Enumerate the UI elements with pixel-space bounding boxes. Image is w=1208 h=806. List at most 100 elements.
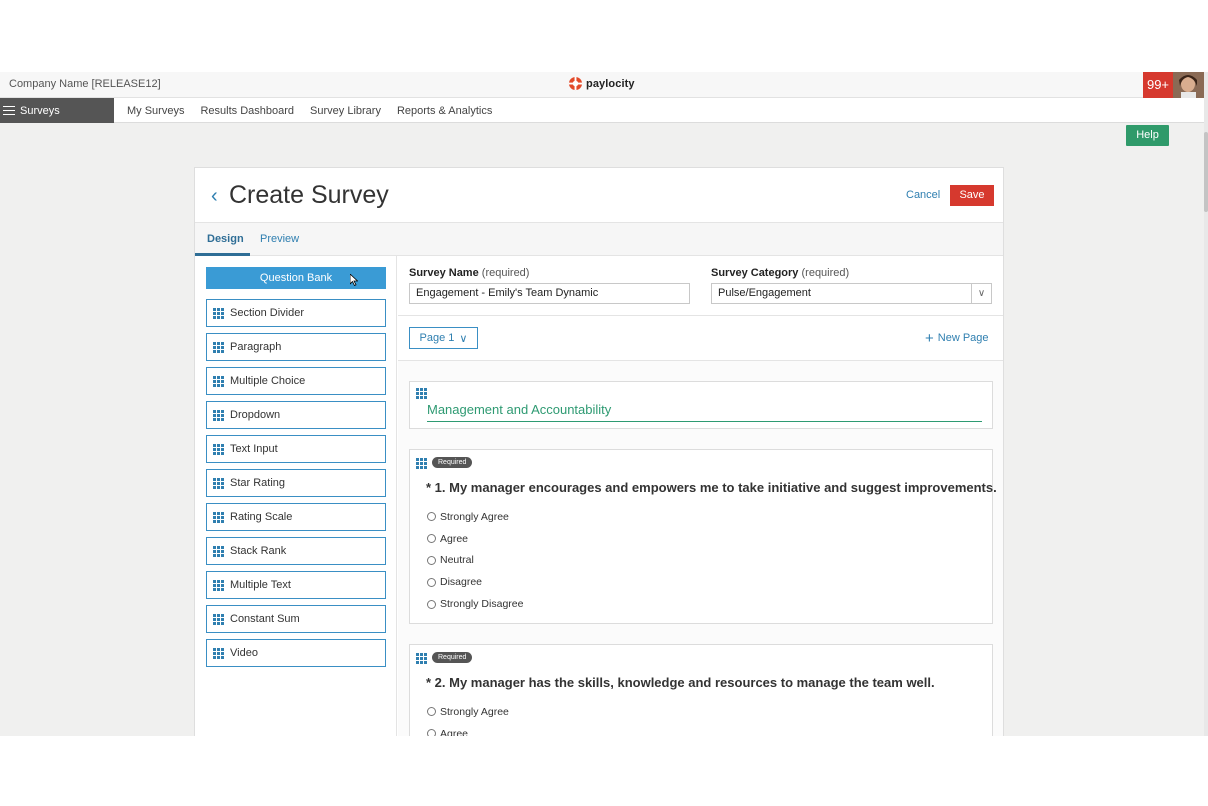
radio-button-icon[interactable] [427, 729, 436, 736]
survey-category-select[interactable]: Pulse/Engagement ∨ [711, 283, 992, 304]
option-label: Neutral [440, 554, 474, 567]
required-badge: Required [432, 457, 473, 468]
tool-dropdown[interactable]: Dropdown [206, 401, 386, 429]
main-nav: Surveys My Surveys Results Dashboard Sur… [0, 98, 1208, 123]
drag-handle-icon [213, 579, 224, 591]
drag-handle-icon [213, 409, 224, 421]
tool-star-rating[interactable]: Star Rating [206, 469, 386, 497]
survey-name-input[interactable]: Engagement - Emily's Team Dynamic [409, 283, 690, 304]
chevron-down-icon: ∨ [971, 284, 991, 303]
top-bar: Company Name [RELEASE12] paylocity 99+ [0, 72, 1208, 98]
radio-button-icon[interactable] [427, 534, 436, 544]
tool-video[interactable]: Video [206, 639, 386, 667]
help-button[interactable]: Help [1126, 125, 1169, 146]
surveys-menu-button[interactable]: Surveys [0, 98, 114, 123]
new-page-button[interactable]: + New Page [925, 329, 989, 347]
drag-handle-icon [213, 341, 224, 353]
category-selected-value: Pulse/Engagement [718, 287, 811, 299]
tool-label: Section Divider [230, 307, 304, 319]
answer-options: Strongly Agree Agree Neutral Disagree St… [427, 506, 523, 615]
tool-rating-scale[interactable]: Rating Scale [206, 503, 386, 531]
tool-multiple-text[interactable]: Multiple Text [206, 571, 386, 599]
answer-option[interactable]: Agree [427, 723, 509, 736]
answer-option[interactable]: Strongly Disagree [427, 593, 523, 615]
survey-name-label: Survey Name (required) [409, 267, 530, 279]
question-block[interactable]: Required * 2. My manager has the skills,… [409, 644, 993, 736]
tool-section-divider[interactable]: Section Divider [206, 299, 386, 327]
tool-label: Star Rating [230, 477, 286, 489]
paylocity-logo[interactable]: paylocity [568, 76, 635, 91]
section-divider-block[interactable]: Management and Accountability [409, 381, 993, 429]
answer-option[interactable]: Neutral [427, 550, 523, 572]
drag-handle-icon [213, 613, 224, 625]
avatar[interactable] [1173, 72, 1204, 98]
answer-option[interactable]: Agree [427, 528, 523, 550]
tab-bar: Design Preview [195, 223, 1003, 256]
plus-icon: + [925, 329, 934, 347]
create-survey-card: ‹ Create Survey Cancel Save Design Previ… [194, 167, 1004, 736]
tab-preview[interactable]: Preview [260, 233, 299, 245]
drag-handle-icon[interactable] [416, 458, 427, 469]
card-header: ‹ Create Survey Cancel Save [195, 168, 1003, 223]
radio-button-icon[interactable] [427, 707, 436, 717]
tool-stack-rank[interactable]: Stack Rank [206, 537, 386, 565]
tool-label: Multiple Choice [230, 375, 306, 387]
save-button[interactable]: Save [950, 185, 994, 206]
answer-options: Strongly Agree Agree [427, 701, 509, 736]
answer-option[interactable]: Disagree [427, 571, 523, 593]
avatar-image [1173, 72, 1204, 98]
tool-text-input[interactable]: Text Input [206, 435, 386, 463]
survey-category-label: Survey Category (required) [711, 267, 850, 279]
mouse-cursor-icon [350, 274, 358, 286]
tool-constant-sum[interactable]: Constant Sum [206, 605, 386, 633]
tool-label: Stack Rank [230, 545, 287, 557]
drag-handle-icon [213, 511, 224, 523]
question-text: * 2. My manager has the skills, knowledg… [426, 675, 935, 690]
tool-paragraph[interactable]: Paragraph [206, 333, 386, 361]
radio-button-icon[interactable] [427, 599, 436, 609]
drag-handle-icon[interactable] [416, 388, 427, 399]
hamburger-icon [3, 106, 15, 115]
tool-label: Rating Scale [230, 511, 293, 523]
drag-handle-icon[interactable] [416, 653, 427, 664]
question-block[interactable]: Required * 1. My manager encourages and … [409, 449, 997, 624]
required-badge: Required [432, 652, 473, 663]
answer-option[interactable]: Strongly Agree [427, 506, 523, 528]
nav-link-my-surveys[interactable]: My Surveys [127, 105, 184, 117]
new-page-label: New Page [937, 332, 989, 344]
page-scrollbar[interactable] [1204, 72, 1208, 736]
page-content: Management and Accountability Required *… [398, 361, 1003, 736]
drag-handle-icon [213, 375, 224, 387]
nav-link-reports-analytics[interactable]: Reports & Analytics [397, 105, 492, 117]
page-selector[interactable]: Page 1 ∨ [409, 327, 478, 349]
tool-list: Section Divider Paragraph Multiple Choic… [206, 299, 386, 673]
radio-button-icon[interactable] [427, 512, 436, 522]
company-name: Company Name [RELEASE12] [9, 78, 161, 90]
question-toolbox: Question Bank Section Divider Paragraph … [195, 256, 397, 736]
option-label: Strongly Disagree [440, 598, 524, 611]
notification-badge[interactable]: 99+ [1143, 72, 1173, 98]
scrollbar-thumb[interactable] [1204, 132, 1208, 212]
drag-handle-icon [213, 545, 224, 557]
answer-option[interactable]: Strongly Agree [427, 701, 509, 723]
back-chevron-icon[interactable]: ‹ [211, 186, 218, 206]
drag-handle-icon [213, 647, 224, 659]
nav-links: My Surveys Results Dashboard Survey Libr… [127, 98, 492, 123]
option-label: Agree [440, 727, 469, 736]
nav-link-results-dashboard[interactable]: Results Dashboard [200, 105, 294, 117]
tool-label: Video [230, 647, 258, 659]
page-bar: Page 1 ∨ + New Page [398, 316, 1003, 361]
tool-label: Constant Sum [230, 613, 300, 625]
question-bank-button[interactable]: Question Bank [206, 267, 386, 289]
chevron-down-icon: ∨ [459, 332, 468, 345]
paylocity-logo-icon [568, 76, 583, 91]
radio-button-icon[interactable] [427, 577, 436, 587]
cancel-button[interactable]: Cancel [906, 189, 940, 201]
section-title-input[interactable]: Management and Accountability [427, 402, 982, 422]
nav-link-survey-library[interactable]: Survey Library [310, 105, 381, 117]
tool-label: Multiple Text [230, 579, 291, 591]
tool-multiple-choice[interactable]: Multiple Choice [206, 367, 386, 395]
drag-handle-icon [213, 443, 224, 455]
tab-design[interactable]: Design [207, 233, 244, 245]
radio-button-icon[interactable] [427, 555, 436, 565]
